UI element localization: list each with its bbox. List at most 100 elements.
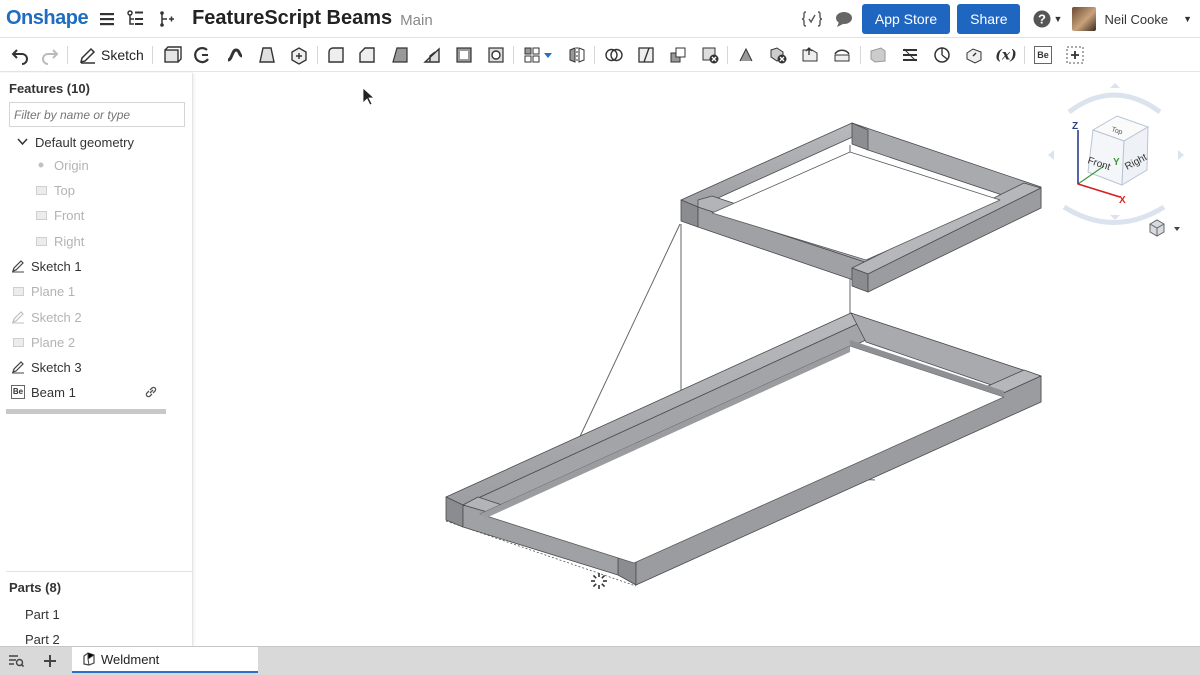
share-button[interactable]: Share <box>957 4 1021 34</box>
feature-top[interactable]: Top <box>0 178 193 202</box>
pencil-icon <box>10 359 26 375</box>
toolbar-divider <box>67 46 68 64</box>
fillet-icon[interactable] <box>324 43 348 67</box>
delete-face-icon[interactable] <box>766 43 790 67</box>
avatar[interactable] <box>1072 7 1097 31</box>
chevron-down-icon[interactable] <box>14 134 30 150</box>
parts-header[interactable]: Parts (8) <box>9 580 61 595</box>
toolbar-divider <box>727 46 728 64</box>
graphics-viewport[interactable]: Top Front Right Z Y X <box>194 73 1200 646</box>
shell-icon[interactable] <box>452 43 476 67</box>
feature-right[interactable]: Right <box>0 229 193 253</box>
help-icon[interactable]: ? ▼ <box>1030 7 1064 31</box>
comments-icon[interactable] <box>832 7 856 31</box>
app-store-button[interactable]: App Store <box>861 4 951 34</box>
tab-weldment[interactable]: Weldment <box>72 647 258 673</box>
featurescript-icon[interactable] <box>800 7 824 31</box>
mate-connector-icon[interactable] <box>962 43 986 67</box>
view-options-icon[interactable] <box>1149 219 1180 237</box>
variable-icon[interactable]: (x) <box>992 43 1020 67</box>
feature-origin[interactable]: Origin <box>0 153 193 177</box>
feature-sketch-1[interactable]: Sketch 1 <box>0 254 193 278</box>
toolbar-divider <box>317 46 318 64</box>
rib-icon[interactable] <box>420 43 444 67</box>
feature-plane-2[interactable]: Plane 2 <box>0 330 193 354</box>
user-menu-caret-icon[interactable]: ▼ <box>1183 14 1192 24</box>
rollback-bar[interactable] <box>6 409 166 414</box>
feature-label: Plane 1 <box>31 283 76 299</box>
toolbar-divider <box>152 46 153 64</box>
add-tab-icon[interactable] <box>42 653 58 674</box>
feature-front[interactable]: Front <box>0 203 193 227</box>
feature-label: Top <box>54 182 75 198</box>
part-studio-icon <box>82 652 96 666</box>
feature-list-panel: Features (10) Default geometry Origin To… <box>0 73 193 647</box>
transform-icon[interactable] <box>666 43 690 67</box>
feature-label: Default geometry <box>35 134 134 150</box>
feature-label: Sketch 1 <box>31 258 82 274</box>
tab-manager-icon[interactable] <box>8 654 25 673</box>
link-icon[interactable] <box>144 385 158 402</box>
features-header: Features (10) <box>9 81 90 96</box>
undo-icon[interactable] <box>8 43 32 67</box>
axis-x-label: X <box>1119 195 1126 206</box>
pattern-dropdown-icon[interactable] <box>541 43 555 67</box>
draft-icon[interactable] <box>388 43 412 67</box>
modify-fillet-icon[interactable] <box>734 43 758 67</box>
feature-default-geometry[interactable]: Default geometry <box>0 130 193 154</box>
boolean-icon[interactable] <box>602 43 626 67</box>
delete-part-icon[interactable] <box>698 43 722 67</box>
feature-sketch-3[interactable]: Sketch 3 <box>0 355 193 379</box>
replace-face-icon[interactable] <box>830 43 854 67</box>
upper-beam-frame[interactable] <box>680 122 1042 293</box>
feature-filter-input[interactable] <box>9 102 185 127</box>
extrude-icon[interactable] <box>160 43 184 67</box>
user-name[interactable]: Neil Cooke <box>1104 12 1168 27</box>
chamfer-icon[interactable] <box>355 43 379 67</box>
axis-y-label: Y <box>1113 157 1120 168</box>
plane-icon <box>10 283 26 299</box>
tab-label: Weldment <box>101 651 160 667</box>
branch-versions-icon[interactable] <box>154 7 178 31</box>
model-canvas[interactable]: Top Front Right Z Y X <box>194 73 1200 646</box>
pencil-icon <box>10 309 26 325</box>
plane-icon <box>33 207 49 223</box>
helix-icon[interactable] <box>898 43 922 67</box>
part-list-item[interactable]: Part 1 <box>25 607 60 622</box>
svg-text:?: ? <box>1038 12 1046 27</box>
beam-feature-glyph: Be <box>1034 46 1052 64</box>
onshape-logo[interactable]: Onshape <box>6 7 89 30</box>
view-cube[interactable]: Top Front Right Z Y X <box>1048 83 1184 225</box>
toolbar-divider <box>860 46 861 64</box>
part-list-item[interactable]: Part 2 <box>25 632 60 647</box>
workspace-branch[interactable]: Main <box>400 12 433 29</box>
hole-icon[interactable] <box>484 43 508 67</box>
add-custom-feature-icon[interactable] <box>1063 43 1087 67</box>
pencil-icon <box>10 258 26 274</box>
mouse-cursor-icon <box>362 87 376 106</box>
panel-divider[interactable] <box>6 571 193 572</box>
feature-tree-icon[interactable] <box>124 7 148 31</box>
hamburger-menu-icon[interactable] <box>96 7 120 31</box>
feature-sketch-2[interactable]: Sketch 2 <box>0 305 193 329</box>
move-face-icon[interactable] <box>798 43 822 67</box>
document-title[interactable]: FeatureScript Beams <box>192 7 392 30</box>
split-icon[interactable] <box>634 43 658 67</box>
feature-plane-1[interactable]: Plane 1 <box>0 279 193 303</box>
measure-icon[interactable] <box>930 43 954 67</box>
loft-icon[interactable] <box>255 43 279 67</box>
feature-label: Right <box>54 233 85 249</box>
revolve-icon[interactable] <box>190 43 214 67</box>
loading-spinner-icon <box>591 573 607 589</box>
sketch-pencil-icon[interactable] <box>76 43 100 67</box>
redo-icon[interactable] <box>38 43 62 67</box>
lower-beam-frame[interactable] <box>445 312 1042 587</box>
plane-icon <box>10 334 26 350</box>
feature-beam-1[interactable]: Be Beam 1 <box>0 380 193 404</box>
thicken-icon[interactable] <box>287 43 311 67</box>
beam-feature-icon[interactable]: Be <box>1031 43 1055 67</box>
sweep-icon[interactable] <box>223 43 247 67</box>
mirror-icon[interactable] <box>565 43 589 67</box>
sketch-button[interactable]: Sketch <box>101 47 144 63</box>
plane-tool-icon[interactable] <box>866 43 890 67</box>
